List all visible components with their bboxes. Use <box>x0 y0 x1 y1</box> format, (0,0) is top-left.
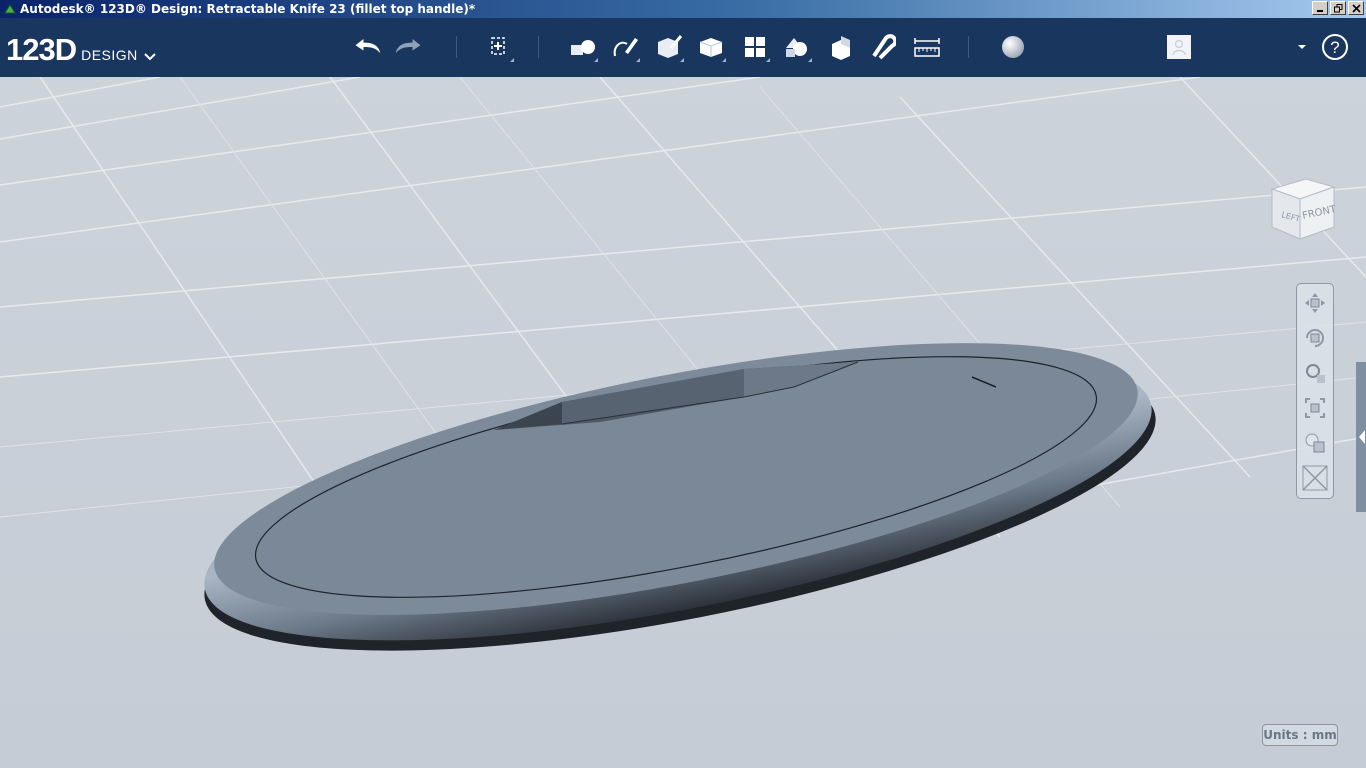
restore-button[interactable] <box>1330 1 1346 15</box>
group-icon <box>786 38 807 57</box>
sketch-button[interactable] <box>610 32 640 62</box>
modify-icon <box>699 38 723 57</box>
3d-viewport[interactable]: LEFT FRONT Units : mm <box>0 77 1366 768</box>
visibility-icon <box>1305 433 1325 453</box>
dropdown-indicator <box>636 58 640 62</box>
primitives-icon <box>571 40 595 55</box>
construct-button[interactable] <box>654 32 684 62</box>
redo-button[interactable] <box>394 32 424 62</box>
pan-icon <box>1305 293 1325 313</box>
window-controls <box>1312 1 1364 15</box>
app-icon <box>4 4 16 14</box>
app-menu-button[interactable]: 123D DESIGN <box>6 30 156 66</box>
toolbar-separator <box>538 36 539 58</box>
fit-button[interactable] <box>1301 394 1329 422</box>
dropdown-indicator <box>808 58 812 62</box>
transform-button[interactable] <box>484 32 514 62</box>
fit-icon <box>1305 398 1325 418</box>
view-cube[interactable]: LEFT FRONT <box>1266 177 1340 247</box>
transform-icon <box>491 37 505 55</box>
snap-button[interactable] <box>868 32 898 62</box>
close-button[interactable] <box>1348 1 1364 15</box>
side-panel-handle[interactable] <box>1356 362 1366 512</box>
view-cube-graphic: LEFT FRONT <box>1270 178 1338 240</box>
dropdown-indicator <box>510 58 514 62</box>
sketch-icon <box>613 38 638 57</box>
main-toolbar: 123D DESIGN ? <box>0 18 1366 77</box>
navigation-bar <box>1296 283 1334 499</box>
account-button[interactable] <box>1164 32 1194 62</box>
dropdown-indicator <box>766 58 770 62</box>
logo-number: 123D <box>6 32 77 67</box>
chevron-left-icon <box>1359 430 1365 444</box>
chevron-down-icon <box>144 53 156 61</box>
units-indicator[interactable]: Units : mm <box>1262 724 1338 746</box>
modify-button[interactable] <box>696 32 726 62</box>
material-icon <box>1002 36 1024 58</box>
undo-button[interactable] <box>352 32 382 62</box>
measure-icon <box>914 38 940 57</box>
material-button[interactable] <box>998 32 1028 62</box>
toolbar-separator <box>456 36 457 58</box>
scene-canvas[interactable] <box>0 77 1366 768</box>
minimize-button[interactable] <box>1312 1 1328 15</box>
close-icon <box>1351 3 1361 13</box>
orbit-button[interactable] <box>1301 324 1329 352</box>
window-titlebar: Autodesk® 123D® Design: Retractable Knif… <box>0 0 1366 18</box>
logo-word: DESIGN <box>81 47 138 63</box>
group-button[interactable] <box>782 32 812 62</box>
minimize-icon <box>1317 10 1323 12</box>
undo-icon <box>355 39 381 54</box>
dropdown-indicator <box>594 58 598 62</box>
construct-icon <box>658 35 683 58</box>
account-icon <box>1167 35 1191 59</box>
help-button[interactable]: ? <box>1320 32 1350 62</box>
account-dropdown-button[interactable] <box>1290 32 1314 62</box>
orbit-icon <box>1306 329 1324 347</box>
primitives-button[interactable] <box>568 32 598 62</box>
pattern-button[interactable] <box>740 32 770 62</box>
help-icon: ? <box>1322 34 1348 60</box>
restore-icon <box>1333 3 1342 12</box>
dropdown-icon <box>1298 45 1306 49</box>
toolbar-separator <box>968 36 969 58</box>
crossed-box-icon <box>1302 465 1328 491</box>
help-label: ? <box>1330 38 1339 57</box>
zoom-icon <box>1306 364 1326 384</box>
zoom-button[interactable] <box>1301 359 1329 387</box>
measure-button[interactable] <box>912 32 942 62</box>
redo-icon <box>395 39 421 54</box>
visibility-button[interactable] <box>1301 429 1329 457</box>
pattern-icon <box>745 37 765 57</box>
snap-icon <box>872 34 896 60</box>
dropdown-indicator <box>722 58 726 62</box>
dropdown-indicator <box>680 58 684 62</box>
window-title: Autodesk® 123D® Design: Retractable Knif… <box>20 2 476 16</box>
pan-button[interactable] <box>1301 289 1329 317</box>
combine-icon <box>832 36 850 60</box>
combine-button[interactable] <box>826 32 856 62</box>
material-toggle-button[interactable] <box>1301 464 1329 492</box>
